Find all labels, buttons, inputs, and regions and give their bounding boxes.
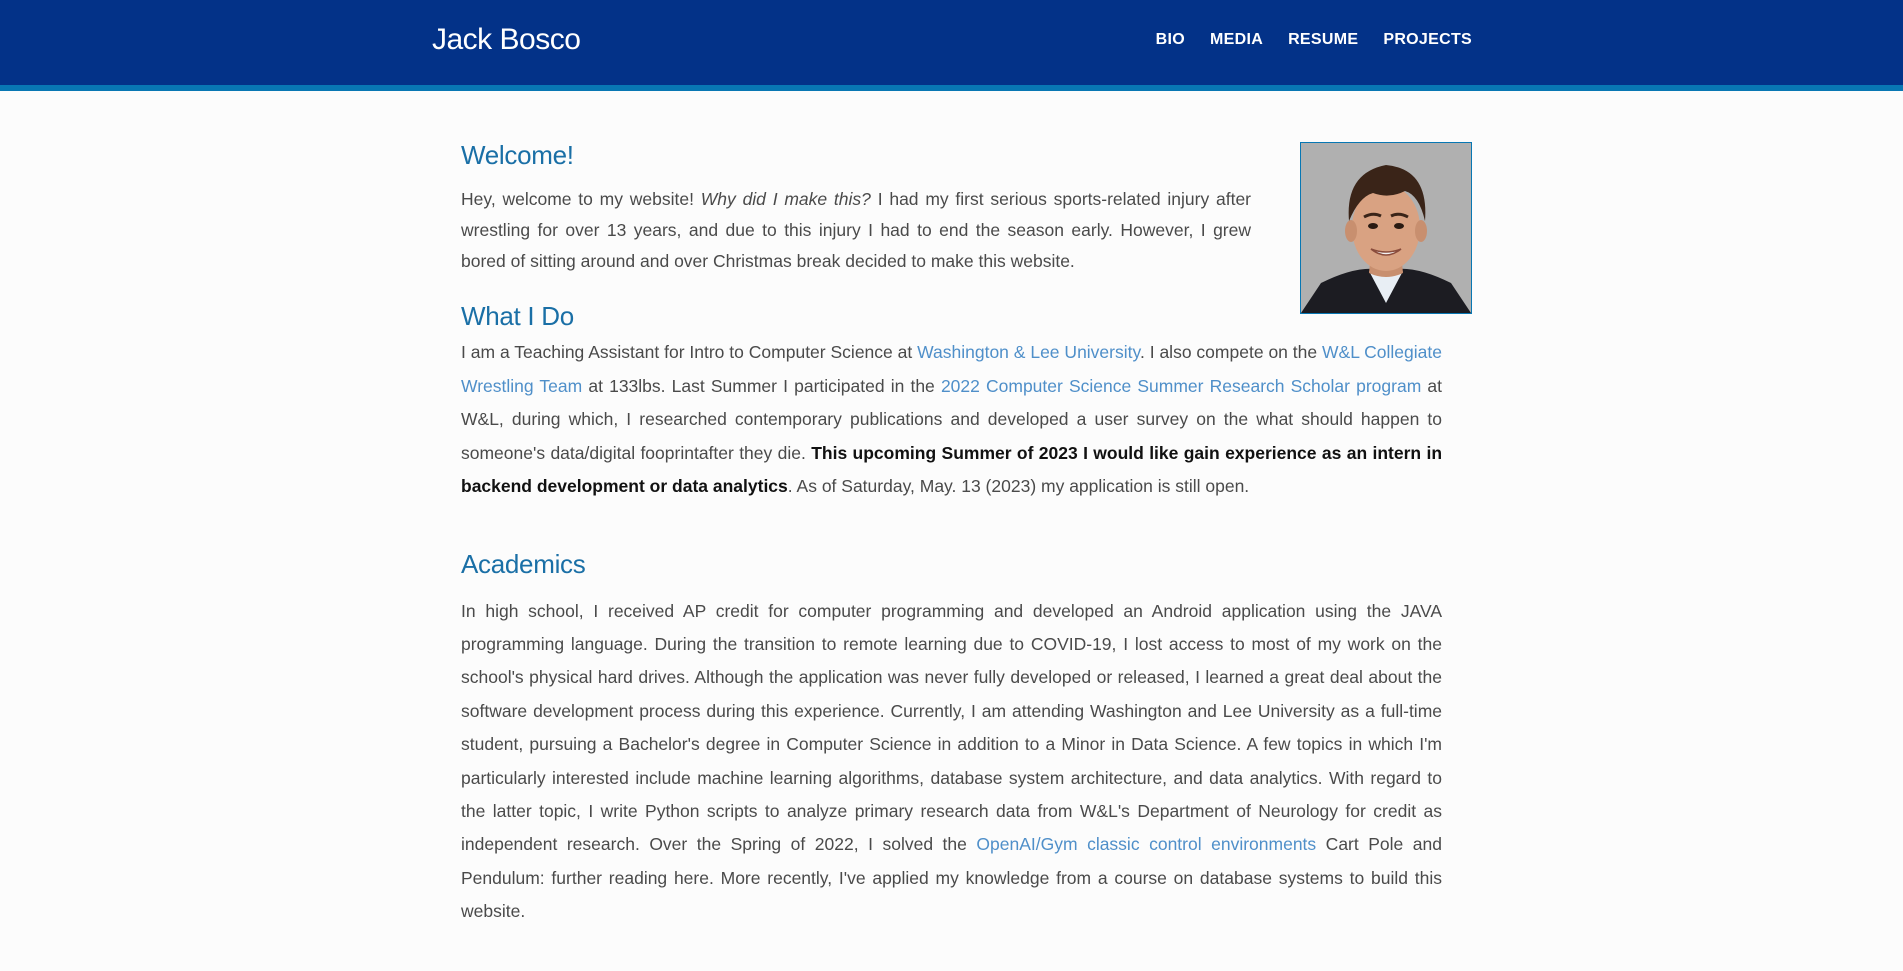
nav-link-projects[interactable]: PROJECTS [1383, 31, 1472, 48]
welcome-text-1: Hey, welcome to my website! [461, 189, 701, 209]
wlu-link[interactable]: Washington & Lee University [917, 342, 1140, 362]
nav-link-resume[interactable]: RESUME [1288, 31, 1358, 48]
main-nav: BIO MEDIA RESUME PROJECTS [1156, 31, 1472, 49]
nav-link-media[interactable]: MEDIA [1210, 31, 1263, 48]
what-i-do-heading: What I Do [461, 301, 574, 331]
welcome-heading: Welcome! [461, 140, 574, 170]
academics-paragraph: In high school, I received AP credit for… [461, 595, 1442, 929]
academics-text-1: In high school, I received AP credit for… [461, 600, 1442, 855]
nav-item-media: MEDIA [1210, 31, 1263, 49]
academics-section: Academics In high school, I received AP … [461, 549, 1442, 929]
welcome-section: Welcome! Hey, welcome to my website! Why… [461, 140, 1442, 277]
what-i-do-text-3: at 133lbs. Last Summer I participated in… [582, 375, 941, 396]
nav-link-bio[interactable]: BIO [1156, 31, 1185, 48]
what-i-do-text-5: . As of Saturday, May. 13 (2023) my appl… [787, 476, 1250, 496]
header-accent-stripe [0, 85, 1903, 91]
main-content: Welcome! Hey, welcome to my website! Why… [461, 125, 1442, 929]
nav-item-resume: RESUME [1288, 31, 1358, 49]
what-i-do-section: What I Do I am a Teaching Assistant for … [461, 301, 1442, 504]
top-navbar: Jack Bosco BIO MEDIA RESUME PROJECTS [0, 0, 1903, 85]
openai-gym-link[interactable]: OpenAI/Gym classic control environments [976, 834, 1316, 854]
what-i-do-text-2: . I also compete on the [1139, 342, 1322, 362]
what-i-do-text-1: I am a Teaching Assistant for Intro to C… [461, 342, 918, 362]
academics-heading: Academics [461, 548, 586, 579]
further-reading-link[interactable]: here [674, 868, 709, 888]
what-i-do-paragraph: I am a Teaching Assistant for Intro to C… [461, 336, 1442, 504]
research-program-link[interactable]: 2022 Computer Science Summer Research Sc… [941, 376, 1421, 396]
welcome-paragraph: Hey, welcome to my website! Why did I ma… [461, 184, 1251, 277]
welcome-text-emphasis: Why did I make this? [700, 189, 871, 209]
nav-item-bio: BIO [1156, 31, 1185, 49]
site-brand-link[interactable]: Jack Bosco [432, 23, 581, 57]
nav-item-projects: PROJECTS [1383, 31, 1472, 49]
